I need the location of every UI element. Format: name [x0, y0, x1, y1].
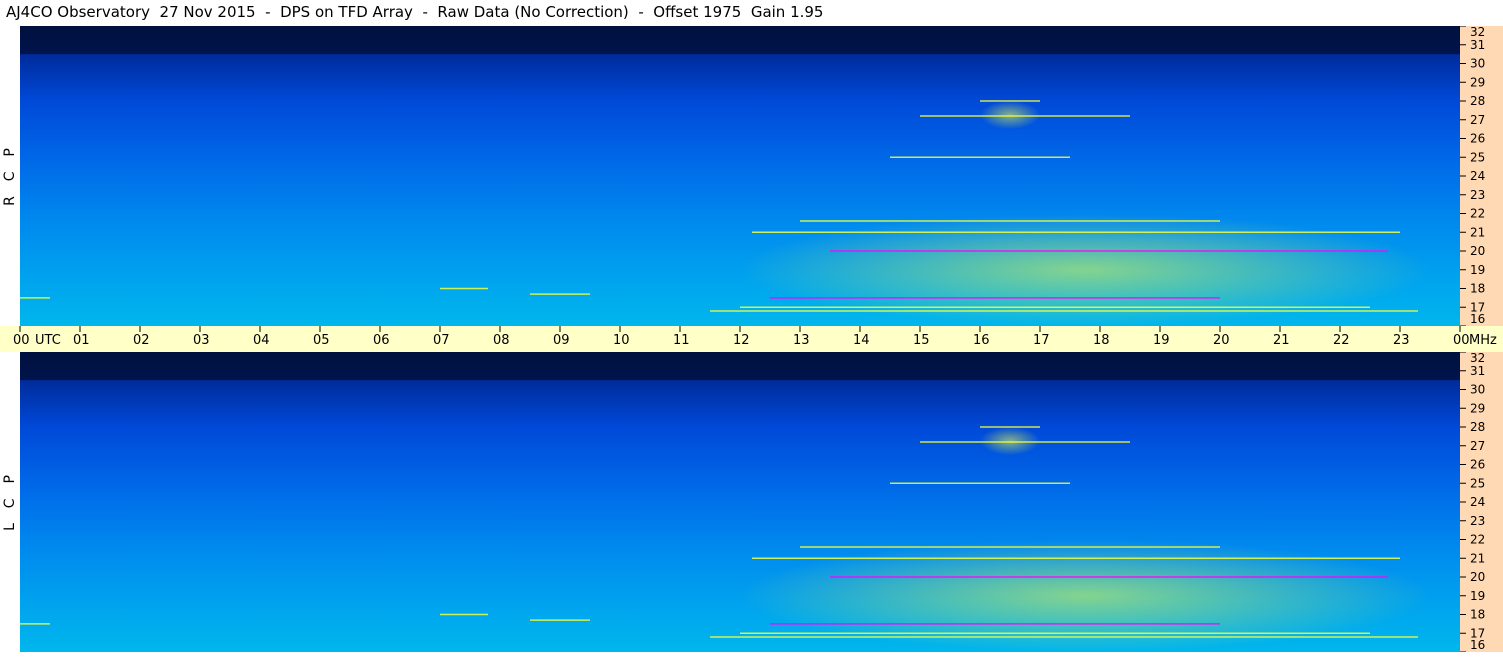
mhz-tick-label-27: 27 [1470, 113, 1485, 127]
lcp-spectrogram-plot [20, 352, 1460, 652]
utc-tick-label-6: 06 [373, 333, 390, 348]
lcp-frequency-axis: 32 31 30 29 28 27 26 25 24 23 22 21 20 19 18 17 16 [1460, 352, 1503, 652]
mhz-tick-label-27: 27 [1470, 439, 1485, 453]
utc-tick-label-2: 02 [133, 333, 150, 348]
utc-unit-label: UTC [35, 333, 61, 348]
utc-tick-label-10: 10 [613, 333, 630, 348]
mhz-tick-label-28: 28 [1470, 420, 1485, 434]
mhz-tick-label-29: 29 [1470, 75, 1485, 89]
mhz-tick-label-31: 31 [1470, 364, 1485, 378]
mhz-tick-label-20: 20 [1470, 244, 1485, 258]
feature-region-0 [20, 26, 1460, 55]
time-axis-ticks: 00 01 02 03 04 05 06 07 08 09 10 11 12 13 14 15 16 17 18 19… [13, 326, 1497, 348]
utc-tick-label-20: 20 [1213, 333, 1230, 348]
mhz-tick-label-21: 21 [1470, 551, 1485, 565]
mhz-tick-label-25: 25 [1470, 150, 1485, 164]
mhz-tick-label-26: 26 [1470, 132, 1485, 146]
utc-tick-label-17: 17 [1033, 333, 1050, 348]
utc-tick-label-12: 12 [733, 333, 750, 348]
utc-tick-label-21: 21 [1273, 333, 1290, 348]
utc-tick-label-9: 09 [553, 333, 570, 348]
mhz-tick-label-23: 23 [1470, 514, 1485, 528]
mhz-tick-label-16: 16 [1470, 312, 1485, 326]
mhz-tick-label-19: 19 [1470, 263, 1485, 277]
utc-tick-label-19: 19 [1153, 333, 1170, 348]
mhz-tick-label-24: 24 [1470, 495, 1485, 509]
utc-tick-label-15: 15 [913, 333, 930, 348]
utc-tick-label-4: 04 [253, 333, 270, 348]
utc-tick-label-7: 07 [433, 333, 450, 348]
utc-tick-label-14: 14 [853, 333, 870, 348]
rcp-spectrogram [20, 26, 1460, 326]
mhz-tick-label-18: 18 [1470, 608, 1485, 622]
rcp-frequency-axis: 32 31 30 29 28 27 26 25 24 23 22 21 20 19 18 17 16 [1460, 26, 1503, 326]
utc-tick-label-11: 11 [673, 333, 690, 348]
rcp-label-area: R C P [0, 26, 20, 326]
mhz-tick-label-22: 22 [1470, 207, 1485, 221]
mhz-tick-label-29: 29 [1470, 401, 1485, 415]
lcp-label: L C P [2, 473, 19, 531]
utc-tick-label-23: 23 [1393, 333, 1410, 348]
utc-tick-label-5: 05 [313, 333, 330, 348]
mhz-unit-label: MHz [1469, 333, 1497, 348]
time-axis: 00 01 02 03 04 05 06 07 08 09 10 11 12 13 14 15 16 17 18 19… [0, 326, 1503, 352]
mhz-tick-label-24: 24 [1470, 169, 1485, 183]
utc-tick-label-0: 00 [13, 333, 30, 348]
utc-tick-label-13: 13 [793, 333, 810, 348]
mhz-tick-label-30: 30 [1470, 383, 1485, 397]
lcp-label-area: L C P [0, 352, 20, 652]
feature-region-1 [740, 213, 1430, 326]
feature-region-2 [980, 101, 1040, 130]
utc-tick-label-8: 08 [493, 333, 510, 348]
rcp-frequency-ticks: 3231302928272625242322212019181716 [1460, 26, 1485, 326]
utc-tick-label-16: 16 [973, 333, 990, 348]
utc-tick-label-24: 00 [1453, 333, 1470, 348]
feature-region-1 [740, 539, 1430, 652]
utc-tick-label-18: 18 [1093, 333, 1110, 348]
utc-tick-label-22: 22 [1333, 333, 1350, 348]
utc-tick-label-1: 01 [73, 333, 90, 348]
mhz-tick-label-30: 30 [1470, 57, 1485, 71]
rcp-spectrogram-plot [20, 26, 1460, 326]
lcp-spectrogram [20, 352, 1460, 652]
mhz-tick-label-28: 28 [1470, 94, 1485, 108]
mhz-tick-label-21: 21 [1470, 225, 1485, 239]
mhz-tick-label-22: 22 [1470, 533, 1485, 547]
mhz-tick-label-19: 19 [1470, 589, 1485, 603]
mhz-tick-label-18: 18 [1470, 282, 1485, 296]
mhz-tick-label-25: 25 [1470, 476, 1485, 490]
mhz-tick-label-16: 16 [1470, 638, 1485, 652]
mhz-tick-label-23: 23 [1470, 188, 1485, 202]
feature-region-0 [20, 352, 1460, 381]
chart-title: AJ4CO Observatory 27 Nov 2015 - DPS on T… [6, 3, 824, 21]
mhz-tick-label-26: 26 [1470, 458, 1485, 472]
mhz-tick-label-20: 20 [1470, 570, 1485, 584]
lcp-frequency-ticks: 3231302928272625242322212019181716 [1460, 352, 1485, 652]
rcp-label: R C P [2, 146, 18, 206]
feature-region-2 [980, 427, 1040, 456]
utc-tick-label-3: 03 [193, 333, 210, 348]
mhz-tick-label-31: 31 [1470, 38, 1485, 52]
